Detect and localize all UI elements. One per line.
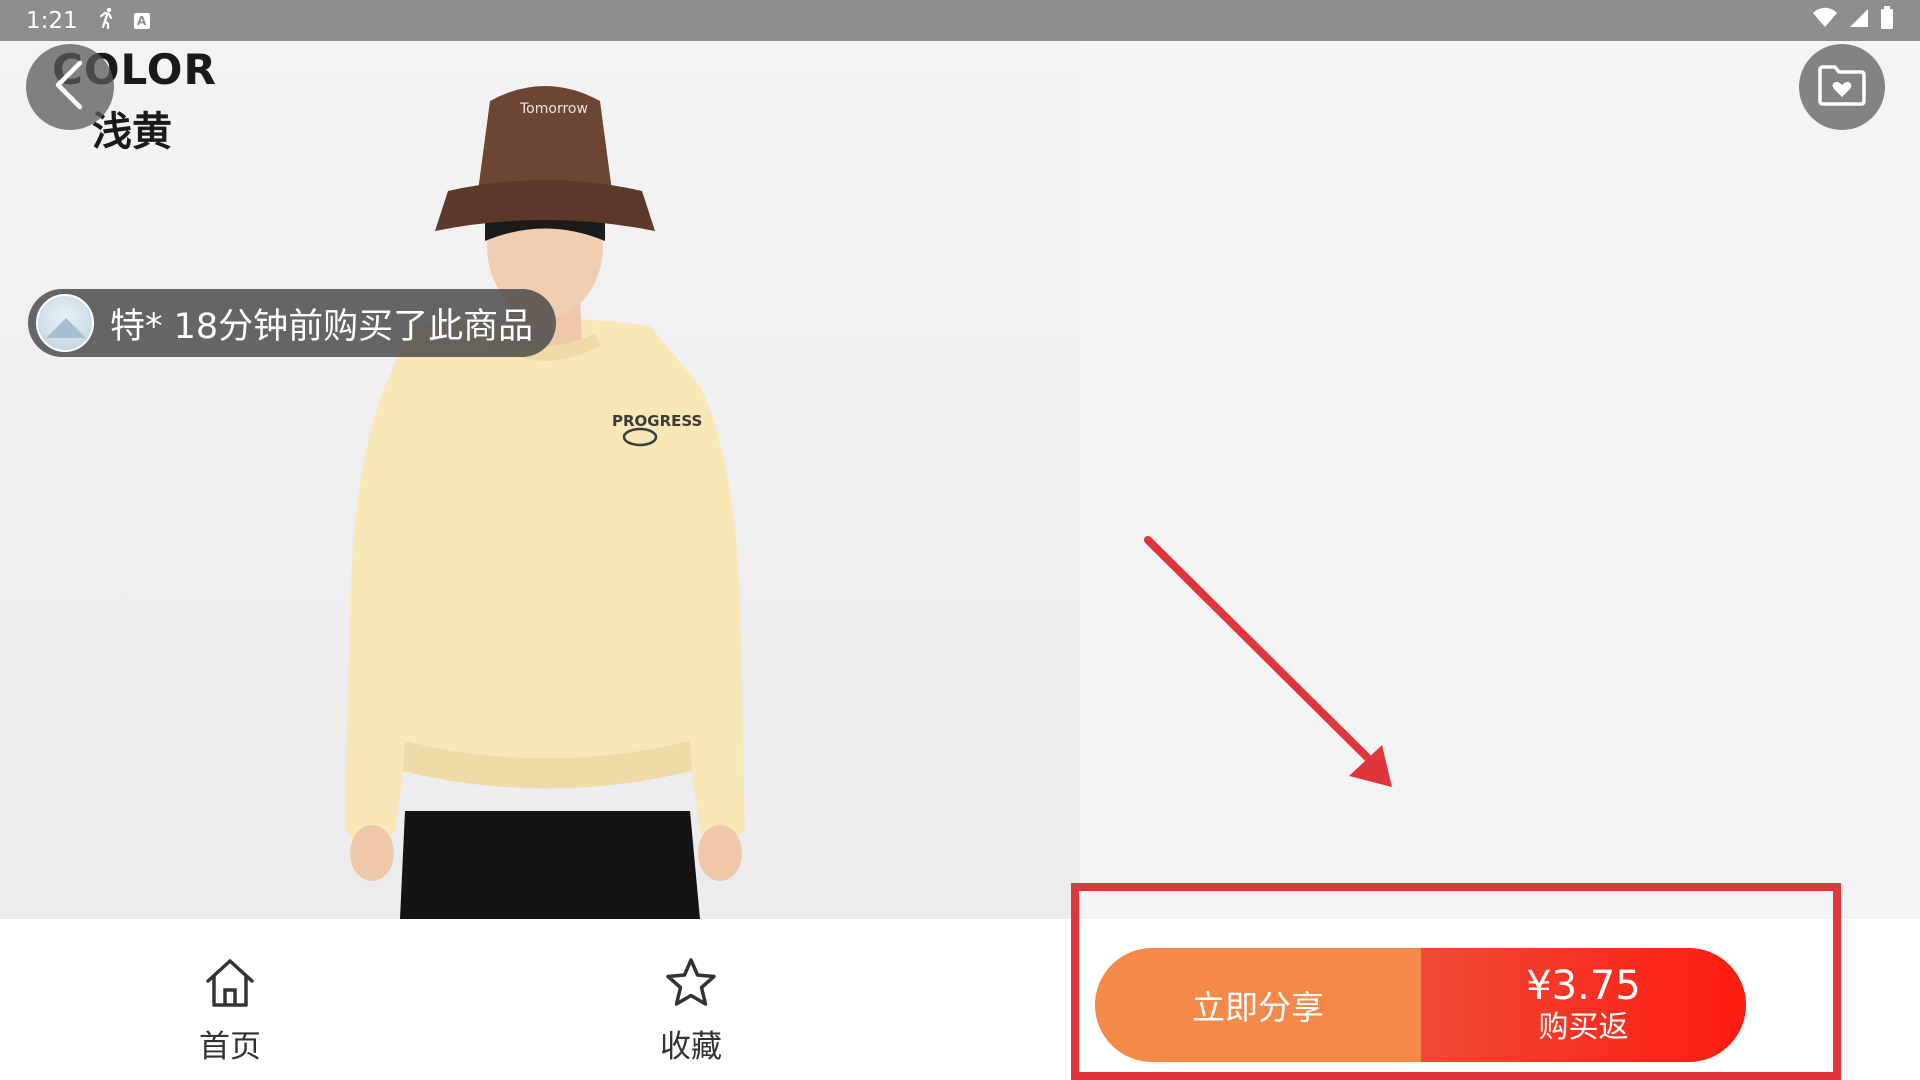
sweatshirt-print: PROGRESS bbox=[612, 412, 702, 430]
status-time: 1:21 bbox=[26, 7, 78, 34]
product-image[interactable]: Tomorrow PROGRESS COLOR 浅黄 bbox=[0, 41, 1080, 919]
a-box-icon: A bbox=[133, 12, 150, 29]
share-now-button[interactable]: 立即分享 bbox=[1095, 948, 1421, 1062]
buy-cashback-button[interactable]: ¥3.75 购买返 bbox=[1421, 948, 1746, 1062]
favorite-folder-button[interactable] bbox=[1799, 44, 1885, 130]
nav-favorite-label: 收藏 bbox=[660, 1029, 722, 1065]
folder-heart-icon bbox=[1817, 64, 1867, 110]
wifi-icon bbox=[1812, 7, 1838, 35]
svg-text:Tomorrow: Tomorrow bbox=[519, 101, 588, 117]
recent-buyer-notice: 特* 18分钟前购买了此商品 bbox=[28, 289, 556, 357]
recent-buyer-text: 特* 18分钟前购买了此商品 bbox=[110, 306, 534, 347]
share-now-label: 立即分享 bbox=[1192, 988, 1324, 1027]
star-icon bbox=[663, 955, 719, 1015]
product-detail-screen: 1:21 A Tomorrow PROGRESS COLOR 浅黄 特* 18分… bbox=[0, 0, 1920, 1080]
cashback-label: 购买返 bbox=[1538, 1010, 1629, 1045]
chevron-left-icon bbox=[50, 59, 90, 115]
bottom-action-bar: 首页 收藏 立即分享 ¥3.75 购买返 bbox=[0, 919, 1920, 1080]
nav-favorite-button[interactable]: 收藏 bbox=[631, 955, 751, 1066]
status-bar: 1:21 A bbox=[0, 0, 1920, 41]
signal-icon bbox=[1848, 7, 1870, 35]
nav-home-button[interactable]: 首页 bbox=[170, 955, 290, 1066]
cashback-price: ¥3.75 bbox=[1526, 963, 1641, 1009]
annotation-arrow bbox=[1144, 536, 1392, 787]
avatar bbox=[36, 294, 94, 352]
back-button[interactable] bbox=[26, 44, 114, 130]
nav-home-label: 首页 bbox=[199, 1029, 261, 1065]
running-icon bbox=[94, 6, 118, 36]
battery-icon bbox=[1880, 5, 1894, 36]
purchase-actions: 立即分享 ¥3.75 购买返 bbox=[1095, 948, 1746, 1062]
product-model-illustration: Tomorrow PROGRESS bbox=[345, 86, 745, 919]
home-icon bbox=[202, 955, 258, 1015]
